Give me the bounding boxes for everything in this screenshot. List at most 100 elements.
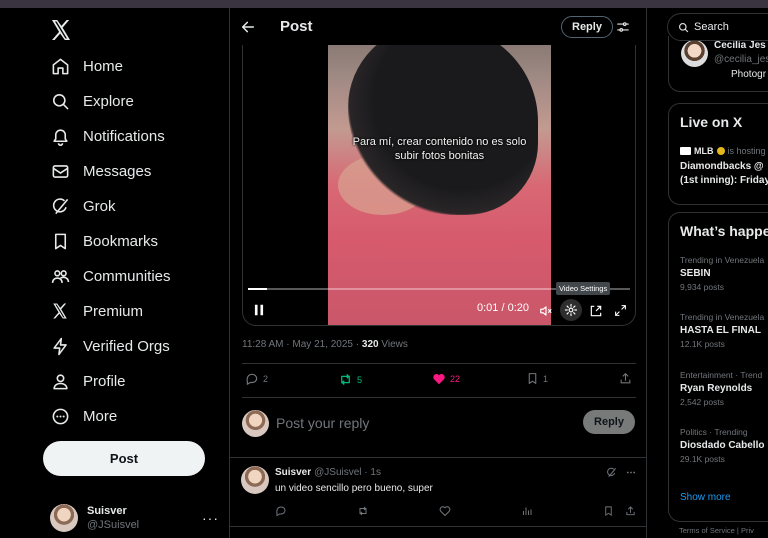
suggest-handle: @cecilia_jes — [714, 54, 768, 65]
left-navigation: Home Explore Notifications Messages Grok… — [0, 8, 229, 538]
video-player[interactable]: Para mí, crear contenido no es solo subi… — [242, 45, 636, 326]
trends-title: What’s happe — [680, 223, 768, 239]
suggest-bio: Photogr — [731, 69, 767, 80]
reply-text: un video sencillo pero bueno, super — [275, 483, 433, 494]
avatar[interactable] — [681, 40, 708, 67]
post-button[interactable]: Post — [43, 441, 205, 476]
nav-profile[interactable]: Profile — [50, 365, 126, 397]
reply-icon[interactable] — [275, 505, 287, 517]
trend-count: 29.1K posts — [680, 454, 725, 464]
picture-in-picture-icon[interactable] — [589, 304, 603, 318]
reply-author-name[interactable]: Suisver — [275, 467, 311, 478]
nav-messages[interactable]: Messages — [50, 155, 151, 187]
trend-item[interactable]: Trending in Venezuela HASTA EL FINAL 12.… — [680, 312, 764, 349]
video-progress-fill — [248, 288, 268, 290]
right-sidebar: Cecilia Jes @cecilia_jes Photogr Search … — [660, 8, 768, 538]
page-title: Post — [280, 18, 313, 35]
nav-more-label: More — [83, 407, 118, 425]
nav-more[interactable]: More — [50, 400, 117, 432]
trend-item[interactable]: Politics · Trending Diosdado Cabello 29.… — [680, 427, 764, 464]
trend-context: Entertainment · Trend — [680, 370, 763, 380]
bookmark-count: 1 — [543, 373, 549, 384]
nav-notifications-label: Notifications — [83, 127, 165, 145]
search-icon — [678, 22, 689, 33]
live-on-x-card: Live on X MLB is hosting Diamondbacks @ … — [668, 103, 768, 205]
account-handle: @JSuisvel — [87, 519, 140, 531]
footer-links[interactable]: Terms of Service | Priv — [679, 526, 754, 535]
mlb-logo-icon — [680, 147, 691, 155]
nav-home-label: Home — [83, 57, 124, 75]
heart-icon[interactable] — [439, 505, 451, 517]
account-name: Suisver — [87, 505, 127, 517]
nav-verified-orgs[interactable]: Verified Orgs — [50, 330, 170, 362]
nav-messages-label: Messages — [83, 162, 152, 180]
video-settings-tooltip: Video Settings — [556, 282, 611, 295]
reply-submit-button[interactable]: Reply — [583, 410, 635, 434]
video-caption-line-1: Para mí, crear contenido no es solo — [352, 136, 527, 148]
gear-icon[interactable] — [560, 299, 582, 321]
like-action[interactable]: 22 — [432, 372, 460, 386]
trend-item[interactable]: Entertainment · Trend Ryan Reynolds 2,54… — [680, 370, 762, 407]
nav-premium[interactable]: Premium — [50, 295, 143, 327]
who-to-follow-card: Cecilia Jes @cecilia_jes Photogr — [668, 36, 768, 92]
live-title: Live on X — [680, 114, 743, 130]
back-arrow-icon[interactable] — [240, 19, 256, 35]
live-event-line-1[interactable]: Diamondbacks @ — [680, 161, 764, 172]
home-icon — [50, 56, 70, 76]
search-input[interactable]: Search — [694, 21, 729, 33]
avatar[interactable] — [241, 466, 269, 494]
account-switcher[interactable]: Suisver @JSuisvel ··· — [50, 500, 220, 536]
live-host[interactable]: MLB is hosting — [680, 146, 766, 156]
nav-explore[interactable]: Explore — [50, 85, 134, 117]
repost-icon[interactable] — [357, 505, 369, 517]
trend-context: Politics · Trending — [680, 427, 748, 437]
nav-grok[interactable]: Grok — [50, 190, 116, 222]
post-timestamp: 11:28 AM · May 21, 2025 · 320 Views — [242, 339, 408, 350]
sliders-icon[interactable] — [616, 20, 630, 34]
account-menu-icon[interactable]: ··· — [202, 510, 219, 526]
reply-input[interactable]: Post your reply — [276, 415, 369, 431]
reply-author: Suisver @JSuisvel · 1s — [275, 467, 381, 478]
search-box[interactable]: Search — [667, 13, 768, 41]
video-frame: Para mí, crear contenido no es solo subi… — [328, 45, 551, 325]
bookmark-icon — [526, 372, 539, 385]
nav-home[interactable]: Home — [50, 50, 123, 82]
views-icon[interactable] — [521, 505, 533, 517]
repost-action[interactable]: 5 — [338, 372, 362, 387]
trend-item[interactable]: Trending in Venezuela SEBIN 9,934 posts — [680, 255, 764, 292]
more-circle-icon — [50, 406, 70, 426]
reply-count: 2 — [263, 374, 269, 384]
show-more-link[interactable]: Show more — [680, 492, 731, 503]
trend-count: 2,542 posts — [680, 397, 724, 407]
suggest-name[interactable]: Cecilia Jes — [714, 40, 766, 51]
more-icon[interactable] — [625, 467, 637, 478]
nav-bookmarks[interactable]: Bookmarks — [50, 225, 158, 257]
views-label: Views — [378, 339, 408, 350]
trend-name: HASTA EL FINAL — [680, 325, 761, 336]
bookmark-icon[interactable] — [603, 505, 614, 517]
repost-count: 5 — [357, 374, 363, 385]
header-reply-button[interactable]: Reply — [561, 16, 613, 38]
x-logo-icon — [50, 301, 70, 321]
trends-card: What’s happe Trending in Venezuela SEBIN… — [668, 212, 768, 522]
x-logo-icon[interactable] — [49, 18, 73, 42]
mute-icon[interactable] — [539, 304, 553, 318]
nav-bookmarks-label: Bookmarks — [83, 232, 159, 250]
fullscreen-icon[interactable] — [614, 304, 627, 317]
nav-communities[interactable]: Communities — [50, 260, 171, 292]
share-icon[interactable] — [625, 505, 636, 517]
envelope-icon — [50, 161, 70, 181]
trend-name: SEBIN — [680, 268, 711, 279]
live-event-line-2[interactable]: (1st inning): Friday — [680, 175, 768, 186]
grok-icon[interactable] — [606, 467, 617, 478]
reply-tweet[interactable]: Suisver @JSuisvel · 1s un video sencillo … — [230, 457, 647, 527]
divider — [242, 363, 636, 364]
pause-icon[interactable] — [252, 303, 266, 317]
views-count: 320 — [361, 339, 379, 350]
nav-notifications[interactable]: Notifications — [50, 120, 165, 152]
bookmark-action[interactable]: 1 — [526, 372, 548, 385]
reply-action[interactable]: 2 — [245, 372, 268, 386]
share-action[interactable] — [619, 372, 632, 385]
trend-name: Diosdado Cabello — [680, 440, 765, 451]
trend-name: Ryan Reynolds — [680, 383, 753, 394]
